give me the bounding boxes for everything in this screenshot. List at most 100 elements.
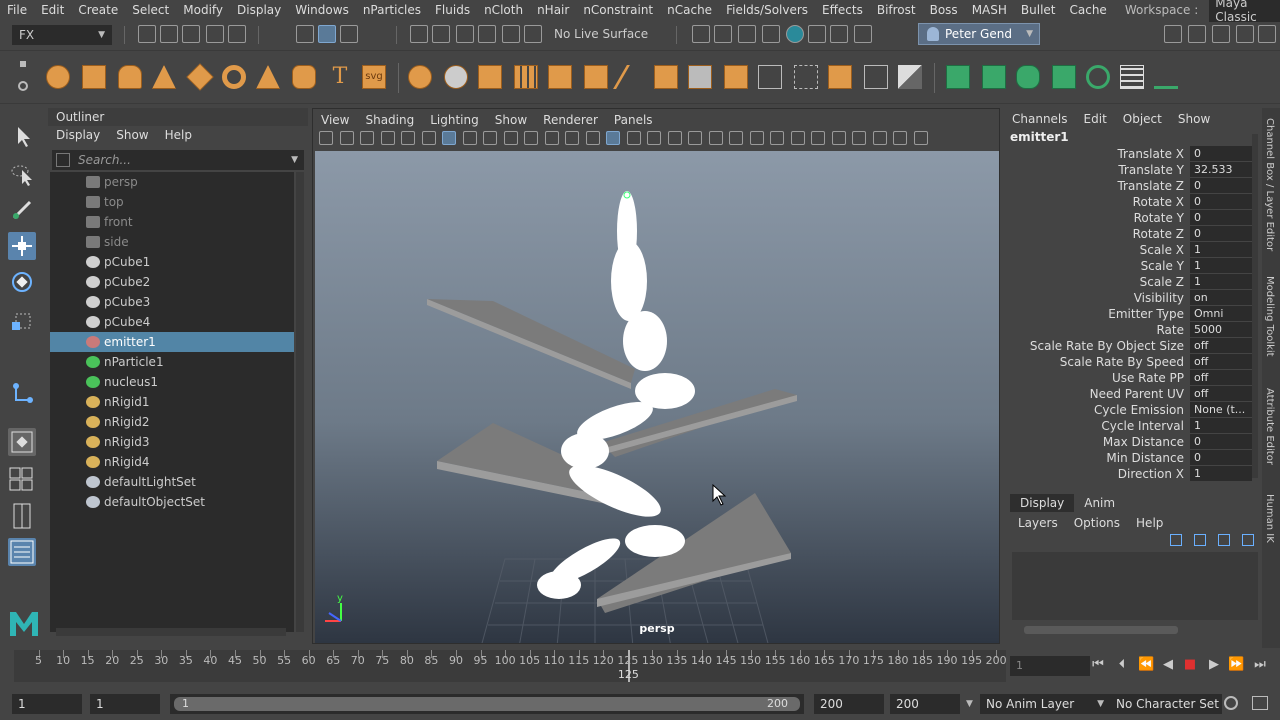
- menu-select[interactable]: Select: [125, 3, 176, 17]
- range-bar-handle[interactable]: [174, 697, 800, 711]
- outliner-item[interactable]: front: [50, 212, 294, 232]
- outliner-item[interactable]: side: [50, 232, 294, 252]
- user-account-button[interactable]: Peter Gend ▼: [918, 23, 1040, 45]
- menu-cache[interactable]: Cache: [1062, 3, 1113, 17]
- wireframe-on-shaded-icon[interactable]: [626, 131, 641, 145]
- menuset-dropdown[interactable]: FX ▼: [12, 25, 112, 45]
- channel-row[interactable]: Cycle Emission None (t...: [1004, 402, 1254, 418]
- channel-row[interactable]: Emitter Type Omni: [1004, 306, 1254, 322]
- layer-menu-layers[interactable]: Layers: [1010, 514, 1066, 532]
- render-target-icon[interactable]: [808, 25, 826, 43]
- channel-row[interactable]: Scale X 1: [1004, 242, 1254, 258]
- channel-value[interactable]: off: [1190, 370, 1252, 385]
- four-view-layout-icon[interactable]: [8, 464, 36, 492]
- channel-name[interactable]: Rotate Y: [1134, 210, 1184, 226]
- channel-value[interactable]: Omni: [1190, 306, 1252, 321]
- mirror-icon[interactable]: [584, 65, 608, 89]
- channel-value[interactable]: 1: [1190, 466, 1252, 481]
- play-backwards-icon[interactable]: ◀: [1160, 658, 1176, 672]
- channel-value[interactable]: off: [1190, 338, 1252, 353]
- poly-cube-icon[interactable]: [82, 65, 106, 89]
- tool-settings-icon[interactable]: [1212, 25, 1230, 43]
- select-tool-icon[interactable]: [8, 122, 36, 150]
- viewport-menu-lighting[interactable]: Lighting: [422, 111, 487, 129]
- new-scene-icon[interactable]: [138, 25, 156, 43]
- channel-row[interactable]: Max Distance 0: [1004, 434, 1254, 450]
- channel-name[interactable]: Max Distance: [1103, 434, 1184, 450]
- live-surface-field[interactable]: No Live Surface: [548, 25, 652, 45]
- playback-start-field[interactable]: 1: [90, 694, 160, 714]
- step-back-frame-icon[interactable]: ⏴: [1114, 658, 1130, 672]
- play-forwards-icon[interactable]: ▶: [1206, 658, 1222, 672]
- range-bar[interactable]: 1 200: [170, 694, 804, 714]
- playback-end-field[interactable]: 200: [814, 694, 884, 714]
- outliner-item[interactable]: persp: [50, 172, 294, 192]
- menu-fields-solvers[interactable]: Fields/Solvers: [719, 3, 815, 17]
- channel-value[interactable]: 0: [1190, 146, 1252, 161]
- channel-name[interactable]: Direction X: [1118, 466, 1184, 482]
- channel-name[interactable]: Rotate X: [1133, 194, 1184, 210]
- menu-mash[interactable]: MASH: [965, 3, 1014, 17]
- depth-of-field-icon[interactable]: [770, 131, 784, 145]
- channel-value[interactable]: 1: [1190, 274, 1252, 289]
- tab-display[interactable]: Display: [1010, 494, 1075, 512]
- channel-value[interactable]: 0: [1190, 210, 1252, 225]
- outliner-horizontal-scrollbar[interactable]: [56, 628, 286, 636]
- viewport-menu-panels[interactable]: Panels: [606, 111, 661, 129]
- channel-row[interactable]: Scale Rate By Object Size off: [1004, 338, 1254, 354]
- paint-select-icon[interactable]: [8, 196, 36, 224]
- save-scene-icon[interactable]: [182, 25, 200, 43]
- outliner-item[interactable]: pCube3: [50, 292, 294, 312]
- layer-menu-options[interactable]: Options: [1066, 514, 1128, 532]
- poly-sphere-icon[interactable]: [46, 65, 70, 89]
- menu-display[interactable]: Display: [230, 3, 288, 17]
- outliner-menu-show[interactable]: Show: [108, 126, 156, 144]
- open-scene-icon[interactable]: [160, 25, 178, 43]
- xray-joints-icon[interactable]: [831, 131, 846, 145]
- channel-value[interactable]: 0: [1190, 450, 1252, 465]
- tab-anim[interactable]: Anim: [1074, 494, 1125, 512]
- channel-row[interactable]: Visibility on: [1004, 290, 1254, 306]
- resolution-gate-icon[interactable]: [483, 131, 497, 145]
- extract-icon[interactable]: [478, 65, 502, 89]
- channel-value[interactable]: off: [1190, 386, 1252, 401]
- channel-name[interactable]: Scale Rate By Speed: [1060, 354, 1184, 370]
- outliner-layout-icon[interactable]: [8, 538, 36, 566]
- grease-pencil-icon[interactable]: [421, 131, 436, 145]
- selected-object-name[interactable]: emitter1: [1010, 130, 1069, 144]
- snap-grid-icon[interactable]: [410, 25, 428, 43]
- last-tool-icon[interactable]: [8, 380, 36, 408]
- channel-menu-show[interactable]: Show: [1170, 110, 1218, 128]
- outliner-item[interactable]: nRigid1: [50, 392, 294, 412]
- step-forward-key-icon[interactable]: ⏩: [1228, 658, 1244, 672]
- scene-start-field[interactable]: 1: [12, 694, 82, 714]
- step-back-key-icon[interactable]: ⏪: [1138, 658, 1154, 672]
- ncache-icon[interactable]: [1120, 65, 1144, 89]
- outliner-item[interactable]: emitter1: [50, 332, 294, 352]
- nconstraint-icon[interactable]: [1052, 65, 1076, 89]
- bifrost-icon[interactable]: [830, 25, 848, 43]
- modeling-toolkit-icon[interactable]: [1164, 25, 1182, 43]
- channel-menu-edit[interactable]: Edit: [1076, 110, 1115, 128]
- magnet-icon[interactable]: [524, 25, 542, 43]
- menu-edit[interactable]: Edit: [34, 3, 71, 17]
- scene-end-field[interactable]: 200: [890, 694, 960, 714]
- smooth-icon[interactable]: [514, 65, 538, 89]
- snap-view-plane-icon[interactable]: [478, 25, 496, 43]
- gate-mask-icon[interactable]: [503, 131, 518, 145]
- smooth-shade-icon[interactable]: [606, 131, 620, 145]
- menu-fluids[interactable]: Fluids: [428, 3, 477, 17]
- film-gate-icon[interactable]: [462, 131, 477, 145]
- nhair-icon[interactable]: [1016, 65, 1040, 89]
- motion-blur-icon[interactable]: [729, 131, 743, 145]
- time-slider[interactable]: 5 10 15 20 25 30 35 40 45 50 55 60 65 70 75 80 85 90 95 100…: [0, 648, 1280, 684]
- menu-bullet[interactable]: Bullet: [1014, 3, 1063, 17]
- svg-icon[interactable]: svg: [362, 65, 386, 89]
- pause-icon[interactable]: [854, 25, 872, 43]
- channel-menu-channels[interactable]: Channels: [1004, 110, 1076, 128]
- chevron-down-icon[interactable]: ▼: [966, 694, 974, 714]
- grid-icon[interactable]: [442, 131, 456, 145]
- outliner-item[interactable]: nRigid4: [50, 452, 294, 472]
- channel-row[interactable]: Scale Rate By Speed off: [1004, 354, 1254, 370]
- channel-name[interactable]: Scale Z: [1140, 274, 1184, 290]
